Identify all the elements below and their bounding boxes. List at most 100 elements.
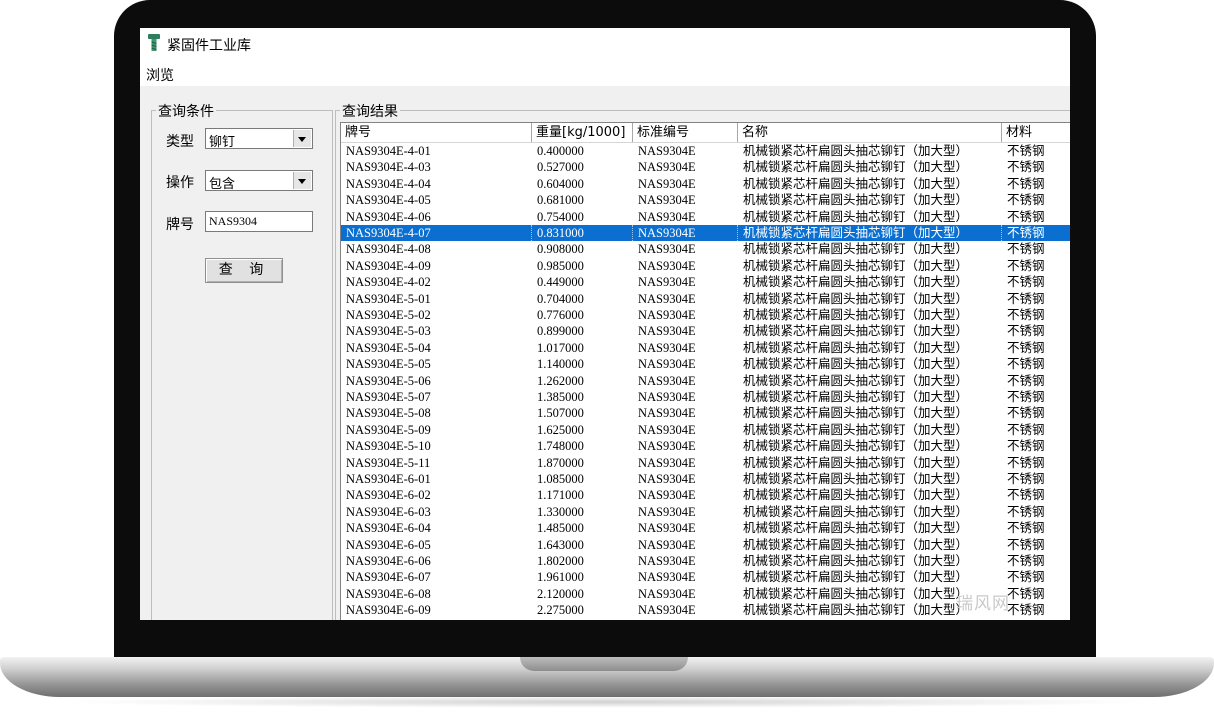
table-row[interactable]: NAS9304E-5-01 0.704000 NAS9304E 机械锁紧芯杆扁圆头抽芯… xyxy=(341,291,1070,307)
cell-material: 不锈钢 xyxy=(1007,257,1045,273)
cell-material: 不锈钢 xyxy=(1007,503,1045,519)
cell-brand: NAS9304E-5-04 xyxy=(346,340,431,355)
type-combo[interactable]: 铆钉 xyxy=(205,128,313,150)
table-row[interactable]: NAS9304E-4-05 0.681000 NAS9304E 机械锁紧芯杆扁圆头抽芯… xyxy=(341,192,1070,208)
table-row[interactable]: NAS9304E-5-05 1.140000 NAS9304E 机械锁紧芯杆扁圆头抽芯… xyxy=(341,356,1070,372)
table-row[interactable]: NAS9304E-5-07 1.385000 NAS9304E 机械锁紧芯杆扁圆头抽芯… xyxy=(341,389,1070,405)
cell-brand: NAS9304E-6-02 xyxy=(346,488,431,503)
title-bar: 紧固件工业库 xyxy=(140,28,1070,58)
cell-material: 不锈钢 xyxy=(1007,159,1045,175)
cell-material: 不锈钢 xyxy=(1007,553,1045,568)
cell-standard: NAS9304E xyxy=(638,144,696,158)
cell-brand: NAS9304E-5-07 xyxy=(346,390,431,404)
table-row[interactable]: NAS9304E-6-01 1.085000 NAS9304E 机械锁紧芯杆扁圆头抽芯… xyxy=(341,471,1070,487)
cell-standard: NAS9304E xyxy=(638,258,696,273)
cell-name: 机械锁紧芯杆扁圆头抽芯铆钉（加大型） xyxy=(743,257,969,273)
cell-weight: 1.748000 xyxy=(537,439,584,454)
column-header-name[interactable]: 名称 xyxy=(738,123,1002,142)
cell-standard: NAS9304E xyxy=(638,439,696,454)
table-row[interactable]: NAS9304E-5-03 0.899000 NAS9304E 机械锁紧芯杆扁圆头抽芯… xyxy=(341,323,1070,339)
cell-weight: 0.831000 xyxy=(532,225,633,242)
cell-brand: NAS9304E-6-03 xyxy=(346,504,431,519)
cell-weight: 1.017000 xyxy=(537,340,584,355)
table-row[interactable]: NAS9304E-6-04 1.485000 NAS9304E 机械锁紧芯杆扁圆头抽芯… xyxy=(341,520,1070,536)
cell-weight: 0.704000 xyxy=(537,291,584,306)
cell-material: 不锈钢 xyxy=(1007,405,1045,421)
table-row[interactable]: NAS9304E-6-02 1.171000 NAS9304E 机械锁紧芯杆扁圆头抽芯… xyxy=(341,487,1070,503)
cell-brand: NAS9304E-5-09 xyxy=(346,422,431,437)
chevron-down-icon[interactable] xyxy=(293,172,311,189)
cell-name: 机械锁紧芯杆扁圆头抽芯铆钉（加大型） xyxy=(743,503,969,519)
cell-name: 机械锁紧芯杆扁圆头抽芯铆钉（加大型） xyxy=(743,372,969,388)
cell-weight: 0.681000 xyxy=(537,193,584,208)
cell-weight: 0.604000 xyxy=(537,176,584,191)
cell-weight: 1.385000 xyxy=(537,390,584,404)
cell-brand: NAS9304E-6-05 xyxy=(346,537,431,552)
table-row[interactable]: NAS9304E-5-04 1.017000 NAS9304E 机械锁紧芯杆扁圆头抽芯… xyxy=(341,340,1070,356)
column-header-material[interactable]: 材料 xyxy=(1002,123,1070,142)
cell-weight: 0.400000 xyxy=(537,144,584,158)
query-button[interactable]: 查 询 xyxy=(205,258,283,283)
table-row[interactable]: NAS9304E-4-02 0.449000 NAS9304E 机械锁紧芯杆扁圆头抽芯… xyxy=(341,274,1070,290)
results-list[interactable]: 牌号 重量[kg/1000] 标准编号 名称 材料 NAS9304E-4-01 0… xyxy=(340,122,1070,620)
cell-standard: NAS9304E xyxy=(638,488,696,503)
cell-standard: NAS9304E xyxy=(638,390,696,404)
column-header-brand[interactable]: 牌号 xyxy=(341,123,532,142)
cell-name: 机械锁紧芯杆扁圆头抽芯铆钉（加大型） xyxy=(743,175,969,191)
table-row[interactable]: NAS9304E-6-07 1.961000 NAS9304E 机械锁紧芯杆扁圆头抽芯… xyxy=(341,569,1070,585)
column-header-weight[interactable]: 重量[kg/1000] xyxy=(532,123,633,142)
table-row[interactable]: NAS9304E-4-03 0.527000 NAS9304E 机械锁紧芯杆扁圆头抽芯… xyxy=(341,159,1070,175)
table-row[interactable]: NAS9304E-4-04 0.604000 NAS9304E 机械锁紧芯杆扁圆头抽芯… xyxy=(341,176,1070,192)
cell-material: 不锈钢 xyxy=(1007,569,1045,585)
cell-weight: 1.961000 xyxy=(537,570,584,585)
results-header: 牌号 重量[kg/1000] 标准编号 名称 材料 xyxy=(341,123,1070,143)
cell-name: 机械锁紧芯杆扁圆头抽芯铆钉（加大型） xyxy=(743,421,969,437)
operation-combo[interactable]: 包含 xyxy=(205,170,313,192)
brand-input[interactable] xyxy=(205,211,313,232)
table-row[interactable]: NAS9304E-5-09 1.625000 NAS9304E 机械锁紧芯杆扁圆头抽芯… xyxy=(341,422,1070,438)
cell-name: 机械锁紧芯杆扁圆头抽芯铆钉（加大型） xyxy=(743,569,969,585)
cell-brand: NAS9304E-4-03 xyxy=(346,160,431,175)
cell-standard: NAS9304E xyxy=(638,242,696,257)
table-row[interactable]: NAS9304E-5-06 1.262000 NAS9304E 机械锁紧芯杆扁圆头抽芯… xyxy=(341,373,1070,389)
cell-brand: NAS9304E-5-06 xyxy=(346,373,431,388)
cell-material: 不锈钢 xyxy=(1007,585,1045,601)
table-row[interactable]: NAS9304E-5-11 1.870000 NAS9304E 机械锁紧芯杆扁圆头抽芯… xyxy=(341,455,1070,471)
table-row[interactable]: NAS9304E-4-08 0.908000 NAS9304E 机械锁紧芯杆扁圆头抽芯… xyxy=(341,241,1070,257)
cell-material: 不锈钢 xyxy=(1007,520,1045,536)
cell-material: 不锈钢 xyxy=(1007,421,1045,437)
cell-weight: 0.527000 xyxy=(537,160,584,175)
cell-material: 不锈钢 xyxy=(1007,339,1045,355)
cell-weight: 2.275000 xyxy=(537,603,584,618)
cell-brand: NAS9304E-5-02 xyxy=(346,308,431,322)
type-label: 类型 xyxy=(166,134,194,150)
cell-brand: NAS9304E-5-03 xyxy=(346,324,431,339)
cell-name: 机械锁紧芯杆扁圆头抽芯铆钉（加大型） xyxy=(743,553,969,568)
operation-combo-value: 包含 xyxy=(209,177,236,192)
query-results-legend: 查询结果 xyxy=(340,101,400,121)
cell-name: 机械锁紧芯杆扁圆头抽芯铆钉（加大型） xyxy=(743,356,969,372)
table-row[interactable]: NAS9304E-4-06 0.754000 NAS9304E 机械锁紧芯杆扁圆头抽芯… xyxy=(341,209,1070,225)
table-row[interactable]: NAS9304E-5-02 0.776000 NAS9304E 机械锁紧芯杆扁圆头抽芯… xyxy=(341,307,1070,323)
table-row[interactable]: NAS9304E-4-01 0.400000 NAS9304E 机械锁紧芯杆扁圆头抽芯… xyxy=(341,143,1070,159)
table-row[interactable]: NAS9304E-4-07 0.831000 NAS9304E 机械锁紧芯杆扁圆头抽芯… xyxy=(341,225,1070,242)
cell-material: 不锈钢 xyxy=(1007,274,1045,290)
cell-material: 不锈钢 xyxy=(1007,372,1045,388)
cell-brand: NAS9304E-6-06 xyxy=(346,554,431,568)
cell-material: 不锈钢 xyxy=(1002,225,1070,241)
column-header-standard[interactable]: 标准编号 xyxy=(633,123,738,142)
cell-brand: NAS9304E-6-04 xyxy=(346,521,431,536)
cell-standard: NAS9304E xyxy=(638,275,696,290)
table-row[interactable]: NAS9304E-6-03 1.330000 NAS9304E 机械锁紧芯杆扁圆头抽芯… xyxy=(341,504,1070,520)
chevron-down-icon[interactable] xyxy=(293,130,311,147)
menu-bar: 浏览 xyxy=(140,58,1070,86)
table-row[interactable]: NAS9304E-6-06 1.802000 NAS9304E 机械锁紧芯杆扁圆头抽芯… xyxy=(341,553,1070,569)
table-row[interactable]: NAS9304E-6-05 1.643000 NAS9304E 机械锁紧芯杆扁圆头抽芯… xyxy=(341,537,1070,553)
cell-material: 不锈钢 xyxy=(1007,208,1045,224)
table-row[interactable]: NAS9304E-5-08 1.507000 NAS9304E 机械锁紧芯杆扁圆头抽芯… xyxy=(341,405,1070,421)
cell-material: 不锈钢 xyxy=(1007,192,1045,208)
cell-material: 不锈钢 xyxy=(1007,356,1045,372)
table-row[interactable]: NAS9304E-5-10 1.748000 NAS9304E 机械锁紧芯杆扁圆头抽芯… xyxy=(341,438,1070,454)
table-row[interactable]: NAS9304E-4-09 0.985000 NAS9304E 机械锁紧芯杆扁圆头抽芯… xyxy=(341,258,1070,274)
menu-browse[interactable]: 浏览 xyxy=(146,65,174,85)
